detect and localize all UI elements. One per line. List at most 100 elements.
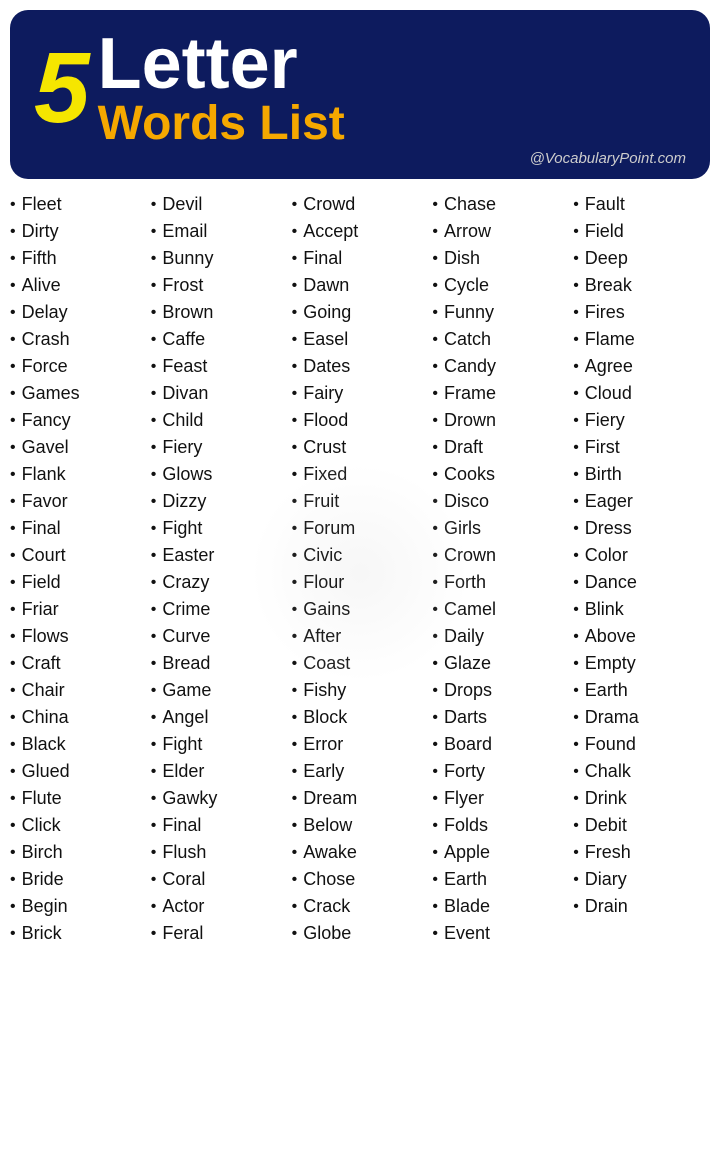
word-label: Fifth bbox=[22, 248, 57, 269]
bullet-icon: • bbox=[10, 304, 16, 322]
list-item: •Divan bbox=[149, 380, 290, 407]
bullet-icon: • bbox=[432, 493, 438, 511]
bullet-icon: • bbox=[10, 682, 16, 700]
bullet-icon: • bbox=[573, 250, 579, 268]
word-label: Elder bbox=[162, 761, 204, 782]
word-label: Begin bbox=[22, 896, 68, 917]
word-column-1: •Devil•Email•Bunny•Frost•Brown•Caffe•Fea… bbox=[149, 191, 290, 947]
bullet-icon: • bbox=[432, 277, 438, 295]
word-label: Caffe bbox=[162, 329, 205, 350]
list-item: •Daily bbox=[430, 623, 571, 650]
list-item: •Field bbox=[8, 569, 149, 596]
bullet-icon: • bbox=[573, 736, 579, 754]
word-label: Diary bbox=[585, 869, 627, 890]
word-label: Curve bbox=[162, 626, 210, 647]
bullet-icon: • bbox=[151, 709, 157, 727]
bullet-icon: • bbox=[432, 250, 438, 268]
list-item: •Eager bbox=[571, 488, 712, 515]
word-label: Dates bbox=[303, 356, 350, 377]
list-item: •Flame bbox=[571, 326, 712, 353]
word-label: Civic bbox=[303, 545, 342, 566]
word-label: Dance bbox=[585, 572, 637, 593]
bullet-icon: • bbox=[151, 466, 157, 484]
bullet-icon: • bbox=[151, 898, 157, 916]
list-item: •Devil bbox=[149, 191, 290, 218]
word-label: Catch bbox=[444, 329, 491, 350]
list-item: •Field bbox=[571, 218, 712, 245]
list-item: •Flyer bbox=[430, 785, 571, 812]
word-label: Found bbox=[585, 734, 636, 755]
word-label: Color bbox=[585, 545, 628, 566]
bullet-icon: • bbox=[573, 655, 579, 673]
word-label: Glows bbox=[162, 464, 212, 485]
word-label: Black bbox=[22, 734, 66, 755]
list-item: •Dirty bbox=[8, 218, 149, 245]
list-item: •Alive bbox=[8, 272, 149, 299]
word-label: Craft bbox=[22, 653, 61, 674]
bullet-icon: • bbox=[151, 844, 157, 862]
list-item: •Civic bbox=[290, 542, 431, 569]
word-label: Blink bbox=[585, 599, 624, 620]
bullet-icon: • bbox=[292, 196, 298, 214]
bullet-icon: • bbox=[10, 601, 16, 619]
word-label: Click bbox=[22, 815, 61, 836]
list-item: •Birth bbox=[571, 461, 712, 488]
list-item: •Break bbox=[571, 272, 712, 299]
list-item: •Girls bbox=[430, 515, 571, 542]
list-item: •Angel bbox=[149, 704, 290, 731]
bullet-icon: • bbox=[10, 844, 16, 862]
word-label: Bread bbox=[162, 653, 210, 674]
bullet-icon: • bbox=[292, 844, 298, 862]
list-item: •Flute bbox=[8, 785, 149, 812]
word-label: Early bbox=[303, 761, 344, 782]
list-item: •Chalk bbox=[571, 758, 712, 785]
list-item: •Blink bbox=[571, 596, 712, 623]
list-item: •Draft bbox=[430, 434, 571, 461]
list-item: •Brown bbox=[149, 299, 290, 326]
word-label: Earth bbox=[444, 869, 487, 890]
bullet-icon: • bbox=[292, 277, 298, 295]
word-label: Gawky bbox=[162, 788, 217, 809]
word-label: Forum bbox=[303, 518, 355, 539]
bullet-icon: • bbox=[432, 790, 438, 808]
list-item: •Fiery bbox=[149, 434, 290, 461]
word-label: Eager bbox=[585, 491, 633, 512]
bullet-icon: • bbox=[432, 223, 438, 241]
list-item: •Agree bbox=[571, 353, 712, 380]
bullet-icon: • bbox=[10, 547, 16, 565]
word-label: Flood bbox=[303, 410, 348, 431]
word-label: Dish bbox=[444, 248, 480, 269]
word-label: Forty bbox=[444, 761, 485, 782]
list-item: •Chose bbox=[290, 866, 431, 893]
list-item: •Darts bbox=[430, 704, 571, 731]
bullet-icon: • bbox=[151, 682, 157, 700]
list-item: •Chair bbox=[8, 677, 149, 704]
bullet-icon: • bbox=[292, 628, 298, 646]
bullet-icon: • bbox=[10, 898, 16, 916]
bullet-icon: • bbox=[10, 277, 16, 295]
bullet-icon: • bbox=[573, 682, 579, 700]
bullet-icon: • bbox=[10, 871, 16, 889]
list-item: •Accept bbox=[290, 218, 431, 245]
list-item: •Coral bbox=[149, 866, 290, 893]
bullet-icon: • bbox=[10, 331, 16, 349]
bullet-icon: • bbox=[151, 520, 157, 538]
bullet-icon: • bbox=[292, 412, 298, 430]
word-label: Fiery bbox=[162, 437, 202, 458]
list-item: •Color bbox=[571, 542, 712, 569]
bullet-icon: • bbox=[10, 466, 16, 484]
word-grid: •Fleet•Dirty•Fifth•Alive•Delay•Crash•For… bbox=[8, 191, 712, 947]
word-label: Easel bbox=[303, 329, 348, 350]
bullet-icon: • bbox=[292, 763, 298, 781]
list-item: •Fight bbox=[149, 515, 290, 542]
list-item: •Flour bbox=[290, 569, 431, 596]
list-item: •Bride bbox=[8, 866, 149, 893]
bullet-icon: • bbox=[432, 601, 438, 619]
list-item: •Frame bbox=[430, 380, 571, 407]
word-label: Dirty bbox=[22, 221, 59, 242]
bullet-icon: • bbox=[10, 736, 16, 754]
bullet-icon: • bbox=[151, 331, 157, 349]
bullet-icon: • bbox=[292, 520, 298, 538]
list-item: •Fight bbox=[149, 731, 290, 758]
list-item: •Fifth bbox=[8, 245, 149, 272]
